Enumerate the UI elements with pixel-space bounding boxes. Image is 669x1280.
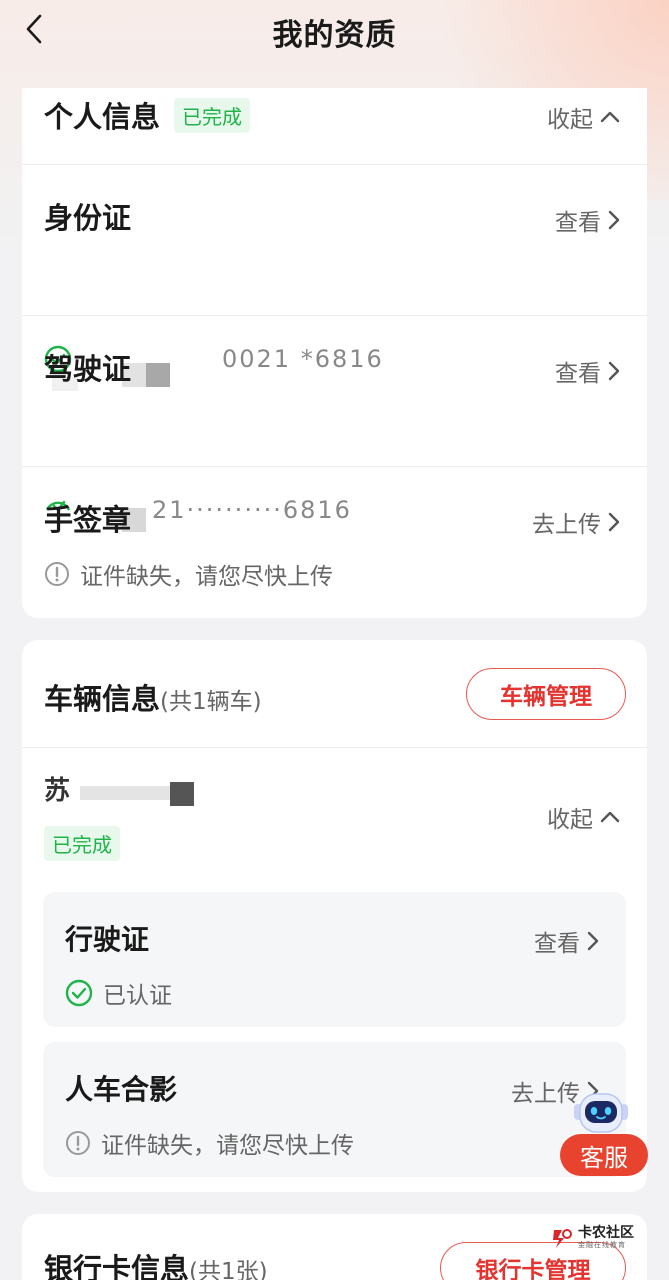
chevron-right-icon: [608, 361, 620, 381]
customer-service-button[interactable]: 客服: [560, 1134, 648, 1176]
vehicle-collapse-toggle[interactable]: 收起: [547, 800, 621, 834]
id-card-title: 身份证: [44, 201, 132, 235]
chevron-right-icon: [587, 931, 599, 951]
upload-signature-button[interactable]: 去上传: [532, 505, 621, 539]
driver-license-title: 驾驶证: [44, 352, 132, 386]
plate-number: 苏: [44, 776, 71, 806]
vehicle-info-card: 车辆信息(共1辆车) 车辆管理 苏 已完成 收起 行驶证 查看 已认证 人车合影: [22, 640, 647, 1192]
robot-icon: [574, 1093, 628, 1133]
vehicle-photo-card[interactable]: 人车合影 去上传 证件缺失，请您尽快上传: [43, 1042, 626, 1177]
vehicle-photo-title: 人车合影: [65, 1073, 178, 1106]
view-driving-license-button[interactable]: 查看: [534, 924, 600, 958]
vehicle-info-title: 车辆信息(共1辆车): [44, 676, 262, 718]
collapse-label: 收起: [547, 107, 593, 133]
signature-title: 手签章: [44, 503, 132, 537]
hint-text: 证件缺失，请您尽快上传: [80, 564, 333, 590]
missing-document-hint: 证件缺失，请您尽快上传: [44, 557, 333, 591]
vehicle-manage-button[interactable]: 车辆管理: [466, 668, 626, 720]
driving-license-title: 行驶证: [65, 923, 150, 956]
bank-count: (共1张): [189, 1259, 268, 1280]
chevron-right-icon: [608, 210, 620, 230]
masked-region: [170, 782, 194, 806]
vehicle-plate-row[interactable]: 苏 已完成 收起: [22, 748, 647, 868]
chevron-up-icon: [600, 811, 620, 823]
hint-text: 证件缺失，请您尽快上传: [101, 1133, 354, 1159]
chevron-up-icon: [600, 111, 620, 123]
watermark-text-group: 卡农社区 金融在线教育: [578, 1226, 634, 1250]
personal-info-title: 个人信息: [44, 100, 161, 134]
personal-info-header[interactable]: 个人信息 已完成 收起: [22, 88, 647, 164]
status-badge: 已完成: [174, 98, 250, 133]
view-label: 查看: [534, 931, 580, 957]
info-circle-icon: [45, 562, 69, 586]
navigation-bar: 我的资质: [0, 0, 669, 60]
view-id-card-button[interactable]: 查看: [555, 203, 621, 237]
driver-license-row[interactable]: 驾驶证 查看 21··········6816: [22, 316, 647, 532]
driving-license-card[interactable]: 行驶证 查看 已认证: [43, 892, 626, 1027]
upload-label: 去上传: [532, 512, 601, 538]
vehicle-info-header: 车辆信息(共1辆车) 车辆管理: [22, 640, 647, 747]
watermark-sub: 金融在线教育: [578, 1241, 626, 1249]
missing-document-hint: 证件缺失，请您尽快上传: [65, 1126, 354, 1160]
vehicle-status-badge: 已完成: [44, 826, 120, 861]
collapse-toggle[interactable]: 收起: [547, 100, 621, 134]
masked-region: [80, 786, 170, 800]
check-circle-icon: [65, 979, 93, 1007]
info-circle-icon: [66, 1131, 90, 1155]
customer-service-float[interactable]: 客服: [560, 1088, 650, 1178]
collapse-label: 收起: [547, 807, 593, 833]
chevron-right-icon: [608, 512, 620, 532]
page-title: 我的资质: [272, 18, 397, 53]
watermark: 卡农社区 金融在线教育: [550, 1224, 660, 1252]
view-driver-license-button[interactable]: 查看: [555, 354, 621, 388]
view-label: 查看: [555, 210, 601, 236]
view-label: 查看: [555, 361, 601, 387]
personal-info-card: 个人信息 已完成 收起 身份证 查看 0021 *6816 驾驶证 查看 21·…: [22, 88, 647, 618]
bank-info-title: 银行卡信息(共1张): [44, 1246, 268, 1280]
bank-title-text: 银行卡信息: [44, 1252, 190, 1280]
vehicle-count: (共1辆车): [160, 689, 262, 715]
vehicle-title-text: 车辆信息: [44, 682, 161, 716]
watermark-name: 卡农社区: [578, 1225, 634, 1241]
watermark-logo-icon: [553, 1229, 572, 1248]
verified-text: 已认证: [103, 983, 172, 1009]
signature-row[interactable]: 手签章 去上传 证件缺失，请您尽快上传: [22, 467, 647, 617]
id-card-row[interactable]: 身份证 查看 0021 *6816: [22, 165, 647, 391]
verified-status: 已认证: [65, 976, 172, 1010]
